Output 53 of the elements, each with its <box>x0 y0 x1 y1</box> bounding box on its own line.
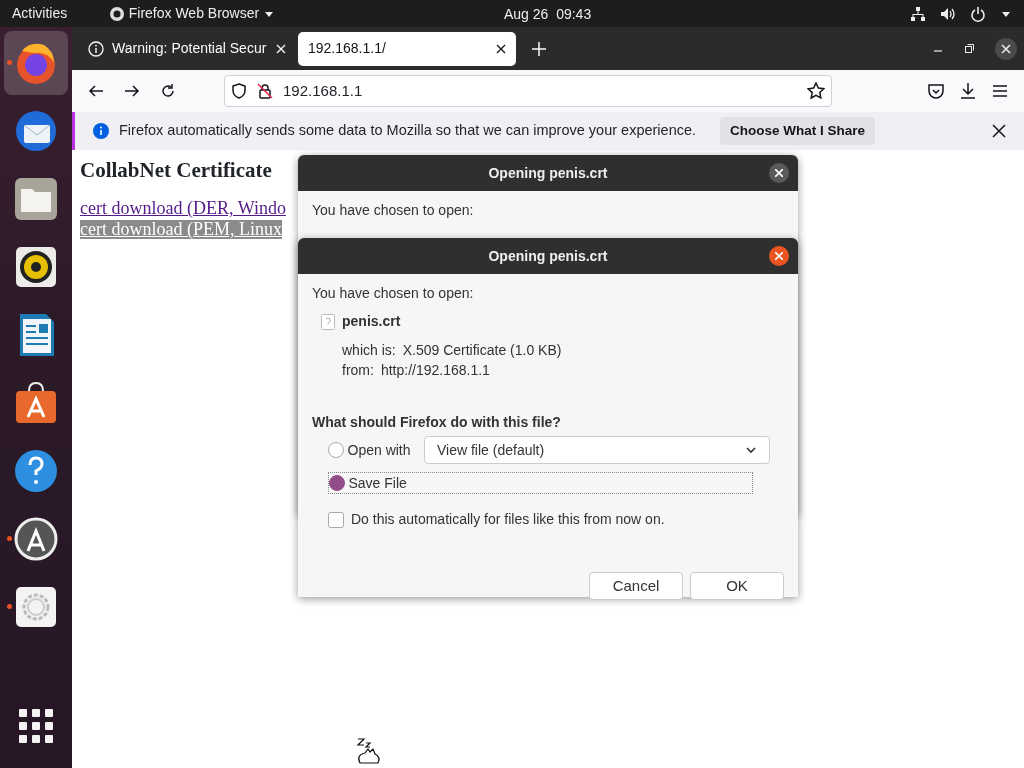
info-icon <box>93 123 109 139</box>
back-icon <box>88 83 104 99</box>
new-tab-icon[interactable] <box>532 41 546 56</box>
menu-icon[interactable] <box>991 82 1009 100</box>
pocket-icon[interactable] <box>927 82 945 100</box>
field-value: http://192.168.1.1 <box>380 361 490 380</box>
ok-button[interactable]: OK <box>690 572 784 600</box>
choose-what-i-share-button[interactable]: Choose What I Share <box>720 116 876 146</box>
close-button[interactable] <box>769 246 789 266</box>
cancel-button[interactable]: Cancel <box>589 572 683 600</box>
notification-text: Firefox automatically sends some data to Mozilla so that we can improve your experience. <box>119 121 697 141</box>
app-dropdown[interactable]: View file (default) <box>424 436 770 464</box>
page-heading: CollabNet Certificate <box>80 158 272 184</box>
address-bar[interactable]: 192.168.1.1 <box>224 75 832 107</box>
download-icon[interactable] <box>959 82 977 100</box>
save-file-radio[interactable]: Save File <box>328 472 753 494</box>
close-icon <box>775 252 783 260</box>
dialog-text: You have chosen to open: <box>312 201 475 220</box>
info-icon <box>88 40 104 57</box>
open-with-radio[interactable]: Open with <box>328 439 411 461</box>
close-icon[interactable] <box>496 43 506 54</box>
activities-button[interactable]: Activities <box>12 3 68 24</box>
reload-icon <box>160 83 176 99</box>
browser-tab[interactable]: Warning: Potential Secur <box>78 31 296 66</box>
chevron-down-icon <box>745 444 757 456</box>
update-icon[interactable] <box>12 515 60 563</box>
folder-icon[interactable] <box>12 175 60 223</box>
close-icon[interactable] <box>995 37 1017 60</box>
close-icon <box>775 169 783 177</box>
close-icon[interactable] <box>992 124 1006 138</box>
network-icon <box>910 5 926 22</box>
field-value: X.509 Certificate (1.0 KB) <box>402 341 562 360</box>
file-icon <box>321 313 335 330</box>
dialog-question: What should Firefox do with this file? <box>312 413 562 432</box>
app-menu[interactable]: Firefox Web Browser <box>128 3 260 24</box>
shield-icon <box>231 83 247 99</box>
close-button[interactable] <box>769 163 789 183</box>
insecure-lock-icon <box>257 83 273 99</box>
auto-checkbox[interactable]: Do this automatically for files like this from now on. <box>328 509 784 530</box>
star-icon[interactable] <box>807 82 825 100</box>
maximize-icon[interactable] <box>964 43 974 54</box>
dialog-title: Opening penis.crt <box>488 246 608 266</box>
clock[interactable]: Aug 26 09:43 <box>504 4 592 25</box>
field-label: which is: <box>342 341 396 360</box>
dialog-title: Opening penis.crt <box>488 163 608 183</box>
browser-tab[interactable]: 192.168.1.1/ <box>298 31 516 66</box>
power-icon <box>970 5 986 22</box>
dialog-text: You have chosen to open: <box>312 284 475 303</box>
file-name: penis.crt <box>342 312 401 331</box>
download-link[interactable]: cert download (DER, Windo <box>80 199 286 219</box>
help-icon[interactable] <box>12 447 60 495</box>
field-label: from: <box>342 361 374 380</box>
forward-icon <box>124 83 140 99</box>
